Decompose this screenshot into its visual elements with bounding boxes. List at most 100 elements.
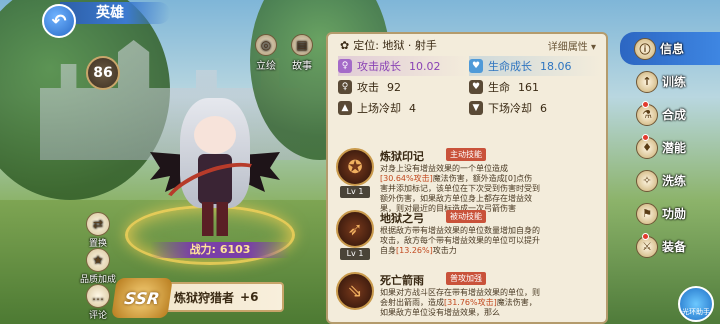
stat-exit-cooldown: ▼ 下场冷却 6	[469, 98, 600, 118]
panel-header: ✿ 定位: 地狱 · 射手 详细属性 ▾	[328, 34, 606, 56]
detail-attributes-label: 详细属性	[547, 42, 588, 53]
tab-equipment[interactable]: ⚔ 装备	[616, 230, 720, 263]
rarity-badge: SSR	[111, 278, 173, 318]
attack-icon: ♀	[338, 80, 352, 94]
page-title-bar: 英雄	[60, 2, 170, 24]
merit-icon: ⚑	[636, 202, 658, 225]
swap-icon: ⇄	[86, 212, 110, 236]
skill-item[interactable]: ➶ Lv 1 地狱之弓 被动技能 根据敌方带有增益效果的单位数量增加自身的攻击，…	[336, 208, 602, 268]
stat-label: 下场冷却	[488, 102, 532, 115]
page-title: 英雄	[96, 5, 124, 21]
back-arrow-icon: ↶	[51, 10, 67, 32]
stats-grid: ♀ 攻击成长 10.02 ♥ 生命成长 18.06 ♀ 攻击 92 ♥ 生命 1…	[338, 56, 600, 119]
hero-info-panel: ✿ 定位: 地狱 · 射手 详细属性 ▾ ♀ 攻击成长 10.02 ♥ 生命成长…	[326, 32, 608, 324]
attack-growth-icon: ♀	[338, 59, 352, 73]
rarity-label: SSR	[123, 288, 161, 308]
skill-name: 死亡箭雨	[380, 274, 424, 287]
hero-level: 86	[93, 65, 113, 81]
skill-item[interactable]: ⇘ 死亡箭雨 普攻加强 如果对方战斗区存在带有增益效果的单位，则会射出箭雨，造成…	[336, 270, 602, 322]
detail-attributes-button[interactable]: 详细属性 ▾	[548, 38, 596, 53]
skill-name: 地狱之弓	[380, 212, 424, 225]
pentagram-icon: ✪	[336, 148, 374, 186]
stat-hp-growth: ♥ 生命成长 18.06	[469, 56, 600, 76]
floating-assistant-button[interactable]: 光环助手	[678, 286, 714, 322]
bow-icon: ➶	[336, 210, 374, 248]
hero-character-art	[150, 98, 280, 238]
skill-type-tag: 主动技能	[446, 148, 486, 161]
skill-type-tag: 被动技能	[446, 210, 486, 223]
hero-star-plus: +6	[240, 290, 259, 304]
floating-assistant-label: 光环助手	[682, 308, 710, 316]
training-icon: ↑	[636, 70, 658, 93]
power-label: 战力:	[189, 243, 216, 256]
arrow-rain-icon: ⇘	[336, 272, 374, 310]
comment-label: 评论	[88, 311, 107, 321]
comment-icon: …	[86, 284, 110, 308]
back-button[interactable]: ↶	[42, 4, 76, 38]
skill-description: 对身上没有增益效果的一个单位造成[30.64%攻击]魔法伤害，额外造成[0]点伤…	[380, 164, 540, 213]
hero-name: 炼狱狩猎者	[174, 290, 235, 305]
stat-label: 生命成长	[488, 60, 532, 73]
tab-potential[interactable]: ♦ 潜能	[616, 131, 720, 164]
stat-label: 上场冷却	[357, 102, 401, 115]
skills-list: ✪ Lv 1 炼狱印记 主动技能 对身上没有增益效果的一个单位造成[30.64%…	[336, 146, 602, 322]
tab-merit[interactable]: ⚑ 功勋	[616, 197, 720, 230]
menu-label: 功勋	[662, 207, 687, 221]
power-value: 6103	[219, 243, 251, 256]
chevron-down-icon: ▾	[590, 42, 596, 53]
skill-description: 如果对方战斗区存在带有增益效果的单位，则会射出箭雨，造成[31.76%攻击]魔法…	[380, 288, 540, 317]
quality-icon: ★	[86, 248, 110, 272]
skill-name: 炼狱印记	[380, 150, 424, 163]
stat-label: 攻击	[357, 81, 379, 94]
skill-item[interactable]: ✪ Lv 1 炼狱印记 主动技能 对身上没有增益效果的一个单位造成[30.64%…	[336, 146, 602, 213]
tab-synthesis[interactable]: ⚗ 合成	[616, 98, 720, 131]
tab-refine[interactable]: ✧ 洗练	[616, 164, 720, 197]
stat-value: 18.06	[540, 59, 572, 73]
stat-hp: ♥ 生命 161	[469, 77, 600, 97]
skill-type-tag: 普攻加强	[446, 272, 486, 285]
hero-name-plate: SSR 炼狱狩猎者 +6	[111, 278, 284, 318]
story-button[interactable]: ▤ 故事	[288, 34, 316, 72]
menu-label: 潜能	[662, 141, 687, 155]
stat-value: 92	[387, 80, 401, 94]
refine-icon: ✧	[636, 169, 658, 192]
power-bar: 战力: 6103	[150, 242, 290, 258]
swap-button[interactable]: ⇄ 置换	[78, 212, 118, 249]
info-icon: ⓘ	[634, 37, 656, 60]
hero-level-badge: 86	[86, 56, 120, 90]
stat-value: 4	[409, 101, 416, 115]
exit-cooldown-icon: ▼	[469, 101, 483, 115]
stat-value: 161	[518, 80, 539, 94]
menu-label: 洗练	[662, 174, 687, 188]
image-icon: ◎	[255, 34, 277, 56]
position-label: 定位: 地狱 · 射手	[353, 39, 437, 52]
portrait-button[interactable]: ◎ 立绘	[252, 34, 280, 72]
notification-dot	[642, 101, 649, 108]
portrait-label: 立绘	[256, 61, 276, 72]
menu-label: 信息	[660, 42, 685, 56]
skill-level: Lv 1	[340, 186, 370, 198]
stat-value: 6	[540, 101, 547, 115]
menu-label: 装备	[662, 240, 687, 254]
stat-enter-cooldown: ▲ 上场冷却 4	[338, 98, 469, 118]
story-label: 故事	[292, 61, 312, 72]
skill-level: Lv 1	[340, 248, 370, 260]
heart-icon: ♥	[469, 80, 483, 94]
menu-label: 合成	[662, 108, 687, 122]
hero-side-menu: ⓘ 信息 ↑ 训练 ⚗ 合成 ♦ 潜能 ✧ 洗练 ⚑ 功勋 ⚔ 装备	[616, 32, 720, 263]
stat-value: 10.02	[409, 59, 441, 73]
notification-dot	[642, 233, 649, 240]
tab-training[interactable]: ↑ 训练	[616, 65, 720, 98]
stat-label: 生命	[488, 81, 510, 94]
tab-info[interactable]: ⓘ 信息	[620, 32, 720, 65]
menu-label: 训练	[662, 75, 687, 89]
stat-attack: ♀ 攻击 92	[338, 77, 469, 97]
hp-growth-icon: ♥	[469, 59, 483, 73]
gear-icon: ✿	[340, 38, 350, 52]
stat-label: 攻击成长	[357, 60, 401, 73]
quality-bonus-button[interactable]: ★ 品质加成	[78, 248, 118, 285]
skill-description: 根据敌方带有增益效果的单位数量增加自身的攻击，敌方每个带有增益效果的单位可以提升…	[380, 226, 540, 255]
book-icon: ▤	[291, 34, 313, 56]
comment-button[interactable]: … 评论	[78, 284, 118, 321]
stat-attack-growth: ♀ 攻击成长 10.02	[338, 56, 469, 76]
